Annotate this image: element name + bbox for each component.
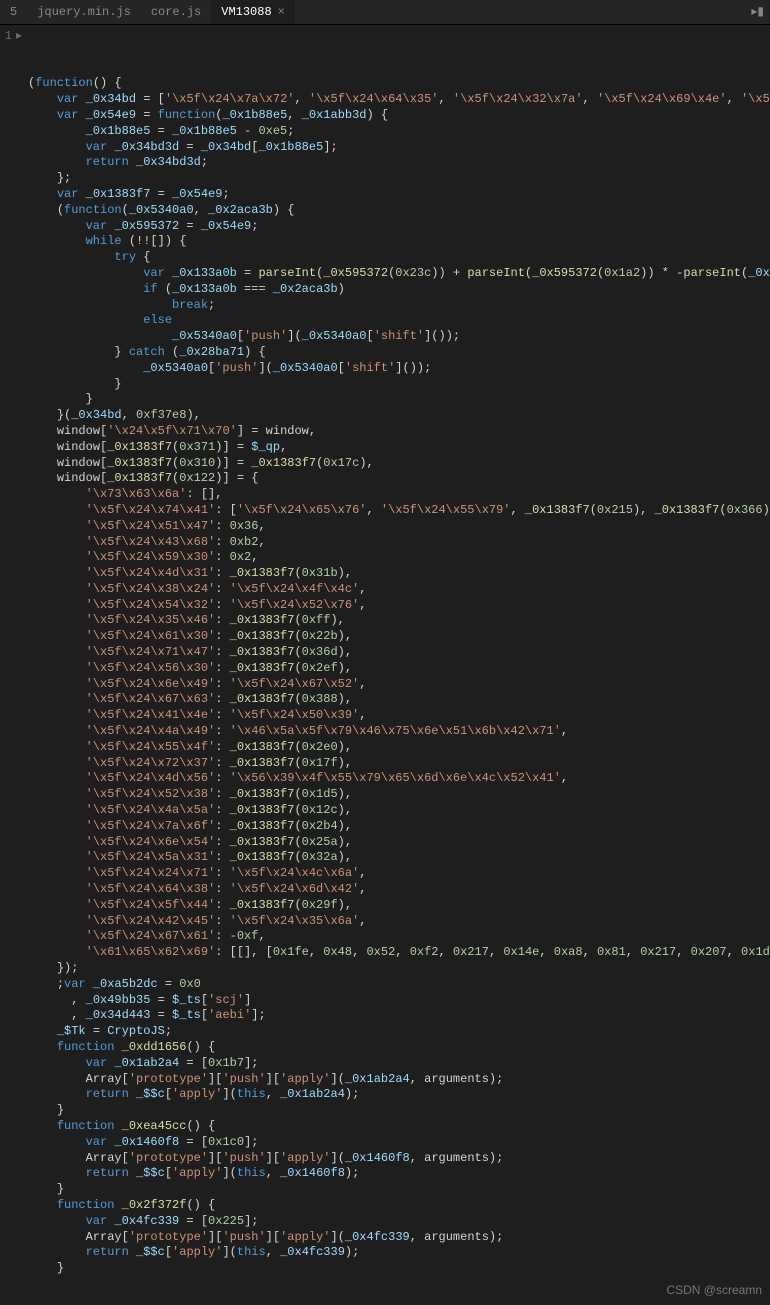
tab-bar: 5 jquery.min.js core.js VM13088 × ▸▮ <box>0 0 770 25</box>
tab-vm13088[interactable]: VM13088 × <box>211 0 295 24</box>
code-editor[interactable]: 1 ▸ (function() { var _0x34bd = ['\x5f\x… <box>0 25 770 1305</box>
fold-icon[interactable]: ▸ <box>16 29 22 45</box>
tab-jquery[interactable]: jquery.min.js <box>27 0 141 24</box>
line-number: 1 <box>0 29 12 45</box>
tab-core[interactable]: core.js <box>141 0 211 24</box>
toolbar-icon[interactable]: ▸▮ <box>751 4 764 19</box>
watermark: CSDN @screamn <box>666 1283 762 1299</box>
left-lineno: 5 <box>0 0 27 24</box>
tab-label: VM13088 <box>221 5 271 19</box>
close-icon[interactable]: × <box>278 5 285 19</box>
